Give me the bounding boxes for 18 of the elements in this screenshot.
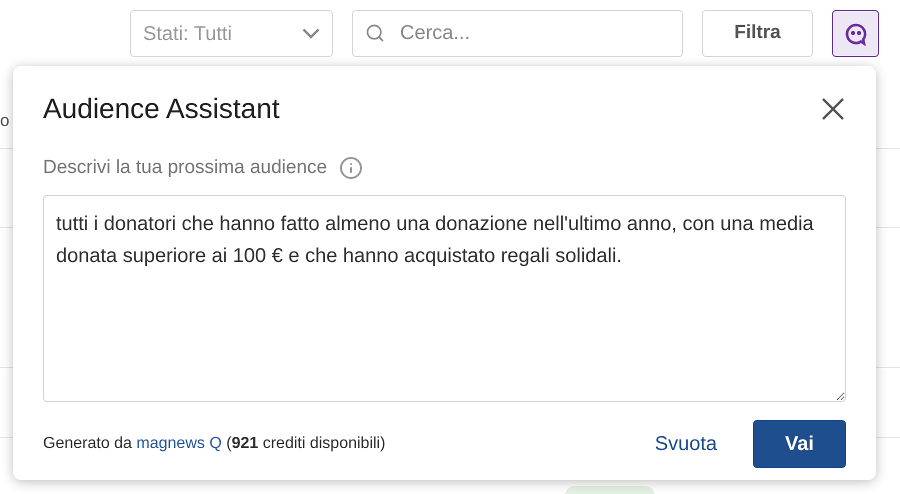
credits-text: Generato da magnews Q (921 crediti disponibili) — [43, 434, 386, 454]
close-icon — [822, 98, 844, 120]
filter-button[interactable]: Filtra — [702, 10, 813, 57]
chat-bubble-icon — [844, 22, 868, 46]
magnews-link[interactable]: magnews Q — [136, 434, 222, 452]
chevron-down-icon — [302, 28, 320, 39]
close-button[interactable] — [822, 98, 844, 120]
prompt-label: Descrivi la tua prossima audience — [43, 156, 328, 180]
dialog-title: Audience Assistant — [43, 92, 280, 126]
clear-button[interactable]: Svuota — [654, 428, 717, 458]
column-header: o — [0, 112, 10, 129]
assistant-button[interactable] — [832, 10, 879, 57]
info-icon — [339, 156, 364, 180]
search-field[interactable]: Cerca... — [352, 10, 683, 57]
status-select-value: Stati: Tutti — [143, 22, 232, 46]
prompt-field[interactable]: tutti i donatori che hanno fatto almeno una donazione nell'ultimo anno, con una media donata superiore ai 100 € e che hanno acquistato regali solidali. — [43, 194, 846, 402]
search-icon — [365, 23, 385, 43]
go-button[interactable]: Vai — [753, 420, 846, 468]
